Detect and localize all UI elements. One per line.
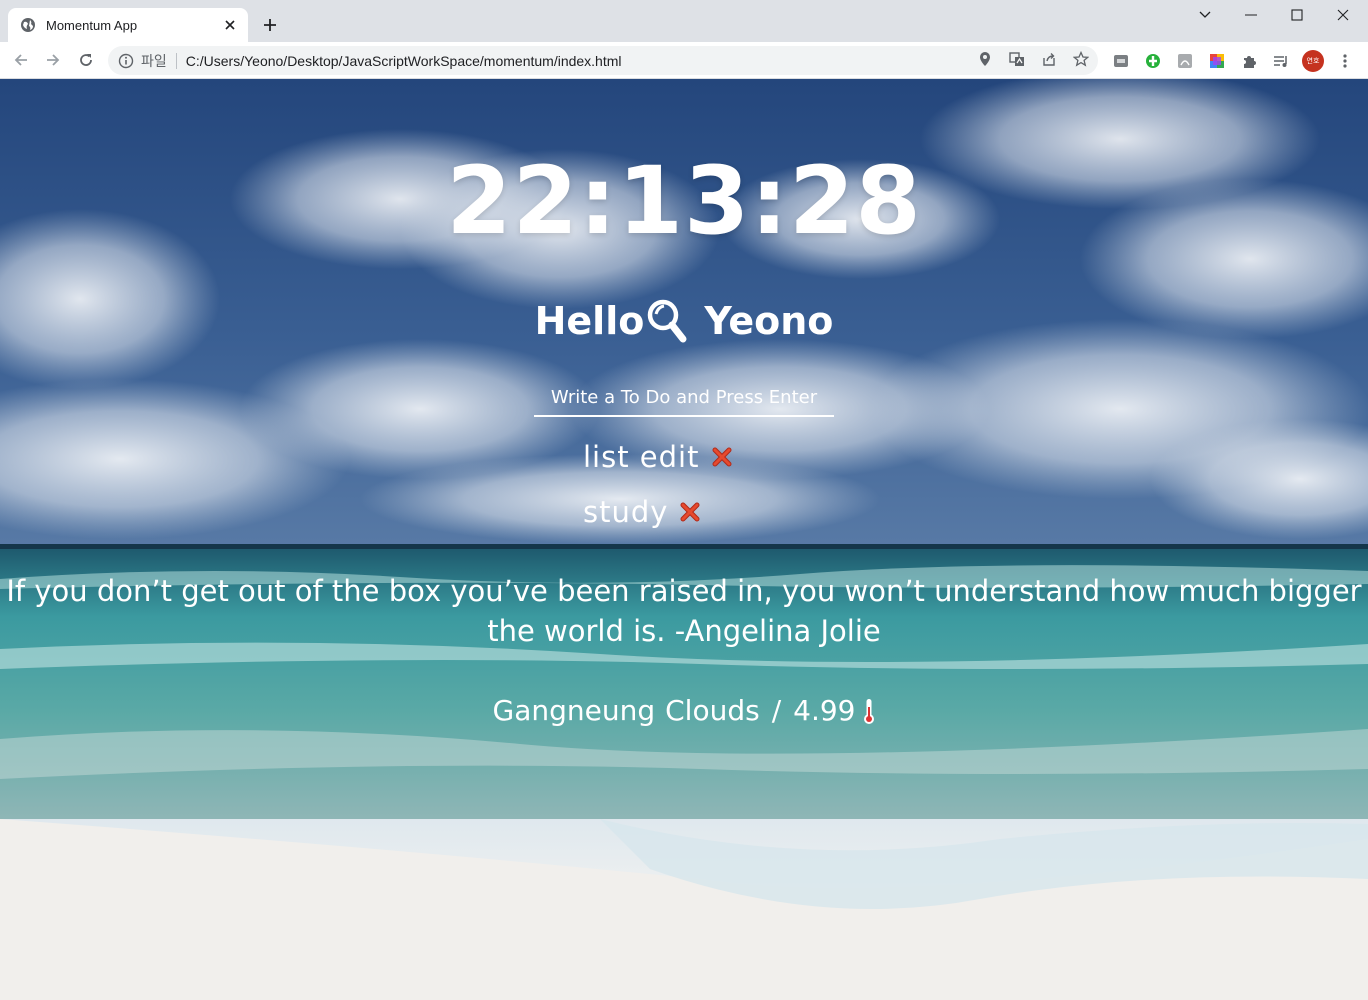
thermometer-icon xyxy=(863,697,875,725)
browser-toolbar: 파일 C:/Users/Yeono/Desktop/JavaScriptWork… xyxy=(0,42,1368,79)
extensions-puzzle-icon[interactable] xyxy=(1240,52,1258,70)
reload-icon[interactable] xyxy=(73,47,99,73)
minimize-icon[interactable] xyxy=(1228,0,1274,30)
info-icon[interactable] xyxy=(118,53,134,69)
todo-item: study xyxy=(583,484,732,539)
browser-tab[interactable]: Momentum App xyxy=(8,8,248,42)
todo-item: list edit xyxy=(583,429,732,484)
tab-close-icon[interactable] xyxy=(222,17,238,33)
todo-text: study xyxy=(583,494,669,529)
new-tab-plus-icon[interactable] xyxy=(258,13,282,37)
address-bar[interactable]: 파일 C:/Users/Yeono/Desktop/JavaScriptWork… xyxy=(108,46,1098,75)
tab-title: Momentum App xyxy=(46,17,138,33)
kebab-menu-icon[interactable] xyxy=(1336,52,1354,70)
translate-icon[interactable] xyxy=(1008,50,1026,68)
weather-city: Gangneung xyxy=(492,694,656,727)
tab-search-chevron-icon[interactable] xyxy=(1182,0,1228,30)
forward-arrow-icon[interactable] xyxy=(40,47,66,73)
greeting-username: Yeono xyxy=(704,299,834,343)
magnifier-emoji-icon xyxy=(646,298,688,344)
clock: 22:13:28 xyxy=(446,147,922,256)
omnibox-divider xyxy=(175,52,177,69)
extension-grey-icon[interactable] xyxy=(1112,52,1130,70)
bookmark-star-icon[interactable] xyxy=(1072,50,1090,68)
color-palette-extension-icon[interactable] xyxy=(1208,52,1226,70)
share-icon[interactable] xyxy=(1040,50,1058,68)
location-pin-icon[interactable] xyxy=(976,50,994,68)
weather-separator: / xyxy=(771,694,782,727)
greeting-prefix: Hello xyxy=(534,299,645,343)
greeting: Hello Yeono xyxy=(0,297,1368,345)
quote: If you don’t get out of the box you’ve b… xyxy=(6,574,1362,648)
browser-titlebar: Momentum App xyxy=(0,0,1368,42)
url-text[interactable]: C:/Users/Yeono/Desktop/JavaScriptWorkSpa… xyxy=(186,53,622,69)
weather: Gangneung Clouds / 4.99 xyxy=(0,691,1368,731)
globe-icon xyxy=(20,17,36,33)
cross-mark-icon[interactable] xyxy=(712,447,732,467)
maximize-icon[interactable] xyxy=(1274,0,1320,30)
todo-list: list edit study xyxy=(583,429,732,539)
momentum-page: 22:13:28 Hello Yeono list edit study xyxy=(0,79,1368,1000)
pdf-extension-icon[interactable] xyxy=(1176,52,1194,70)
cross-mark-icon[interactable] xyxy=(680,502,700,522)
scheme-label: 파일 xyxy=(141,52,167,69)
close-window-icon[interactable] xyxy=(1320,0,1366,30)
todo-text: list edit xyxy=(583,439,700,474)
todo-input[interactable] xyxy=(534,379,834,417)
back-arrow-icon[interactable] xyxy=(8,47,34,73)
momentum-content: 22:13:28 Hello Yeono list edit study xyxy=(0,79,1368,1000)
todo-form xyxy=(534,379,834,417)
weather-temperature: 4.99 xyxy=(793,694,856,727)
profile-avatar[interactable]: 연호 xyxy=(1302,50,1324,72)
extension-green-icon[interactable] xyxy=(1144,52,1162,70)
weather-condition: Clouds xyxy=(665,694,760,727)
media-playlist-icon[interactable] xyxy=(1272,52,1290,70)
